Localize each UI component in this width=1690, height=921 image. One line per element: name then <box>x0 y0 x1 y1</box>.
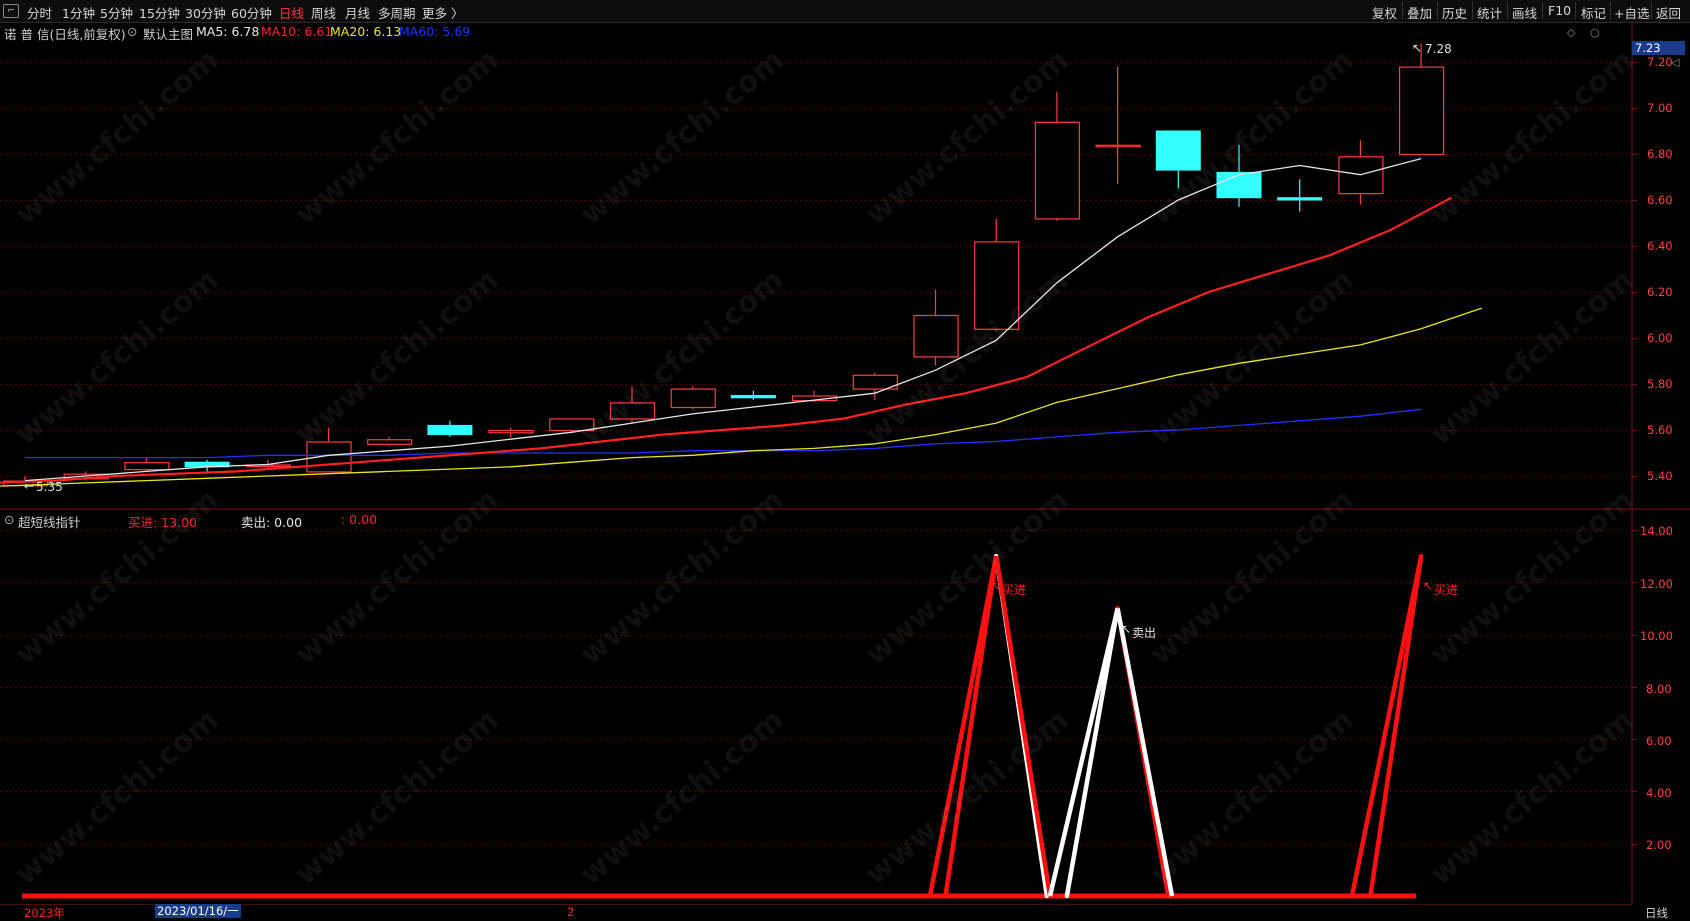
candle-body-up <box>367 439 413 445</box>
chevron-down-icon[interactable]: ⊙ <box>4 512 14 527</box>
circle-icon[interactable]: ○ <box>1590 26 1600 39</box>
sell-annotation: 卖出 <box>1132 626 1157 640</box>
ma10-line <box>0 196 1452 484</box>
candle-body-down <box>1216 171 1262 199</box>
indicator-buy-spike <box>993 555 1053 897</box>
ma10-label: MA10: 6.61 <box>261 24 333 39</box>
candle-body-up <box>974 241 1020 330</box>
indicator-tick: 6.00 <box>1646 734 1672 748</box>
price-tick: 6.00 <box>1647 331 1673 345</box>
price-tick: 7.00 <box>1647 101 1673 115</box>
candle-body-up <box>913 314 959 358</box>
candle-body-up <box>1095 144 1141 148</box>
month-label: 2 <box>567 905 575 919</box>
indicator-segment <box>1368 553 1424 899</box>
indicator-tick: 2.00 <box>1646 838 1672 852</box>
indicator-segment <box>1064 606 1120 899</box>
indicator-tick: 12.00 <box>1640 577 1673 591</box>
ma5-line <box>24 157 1422 482</box>
price-tick: 6.80 <box>1647 147 1673 161</box>
low-price-marker: 5.35 <box>36 480 63 494</box>
main-indicator-select[interactable]: 默认主图 <box>143 24 193 43</box>
candle-body-up <box>124 462 170 471</box>
indicator-tick: 10.00 <box>1640 629 1673 643</box>
buy-value-label: 买进: 13.00 <box>128 515 197 530</box>
buy-annotation: 买进 <box>1002 583 1027 597</box>
price-tick: 6.60 <box>1647 193 1673 207</box>
stock-title: 诺 普 信(日线,前复权) <box>4 27 126 42</box>
candle-body-up <box>1034 121 1081 220</box>
candle-body-up <box>488 429 534 434</box>
price-tick: 6.40 <box>1647 239 1673 253</box>
indicator-segment <box>943 553 999 899</box>
sell-arrow-icon: ↖ <box>1121 622 1132 636</box>
indicator-name[interactable]: 超短线指针 <box>18 512 81 531</box>
sell-value-label: 卖出: 0.00 <box>241 515 303 530</box>
price-tick: 7.20 <box>1647 55 1673 69</box>
candle-body-down <box>1155 130 1201 171</box>
indicator-buy-spike <box>1349 555 1424 897</box>
candle-body-down <box>427 424 473 436</box>
buy-annotation: 买进 <box>1434 583 1459 597</box>
kline-chart[interactable] <box>0 0 1690 919</box>
price-tick: 5.40 <box>1647 469 1673 483</box>
price-tick: 5.60 <box>1647 423 1673 437</box>
ma20-label: MA20: 6.13 <box>330 24 402 39</box>
current-price-badge: 7.23 <box>1632 41 1685 55</box>
indicator-buy-spike <box>927 555 999 897</box>
low-arrow-icon: ← <box>24 479 35 493</box>
candle-body-down <box>1277 197 1323 201</box>
date-axis-bar <box>0 904 1632 920</box>
candle-body-up <box>609 402 656 420</box>
ma60-label: MA60: 5.69 <box>399 24 471 39</box>
buy-arrow-icon: ↖ <box>1423 579 1434 593</box>
candle-body-up <box>670 388 716 409</box>
indicator-tick: 4.00 <box>1646 786 1672 800</box>
indicator-sell-spike <box>1115 608 1175 897</box>
ma5-label: MA5: 6.78 <box>196 24 260 39</box>
indicator-tick: 14.00 <box>1640 524 1673 538</box>
diamond-icon[interactable]: ◇ <box>1567 26 1575 39</box>
high-arrow-icon: ↖ <box>1412 41 1423 55</box>
chevron-down-icon[interactable]: ⊙ <box>127 24 137 39</box>
candle-body-up <box>549 418 595 432</box>
candle-body-up <box>1398 66 1445 156</box>
price-tick: 5.80 <box>1647 377 1673 391</box>
price-tick: 6.20 <box>1647 285 1673 299</box>
indicator-tick: 8.00 <box>1646 682 1672 696</box>
candle-body-down <box>730 395 776 399</box>
high-price-marker: 7.28 <box>1425 42 1452 56</box>
indicator-sell-spike <box>1047 607 1120 897</box>
extra-value-label: : 0.00 <box>341 512 378 527</box>
ma60-line <box>25 408 1422 459</box>
cursor-date-label: 2023/01/16/一 <box>155 904 241 918</box>
buy-arrow-icon: ↖ <box>991 579 1002 593</box>
